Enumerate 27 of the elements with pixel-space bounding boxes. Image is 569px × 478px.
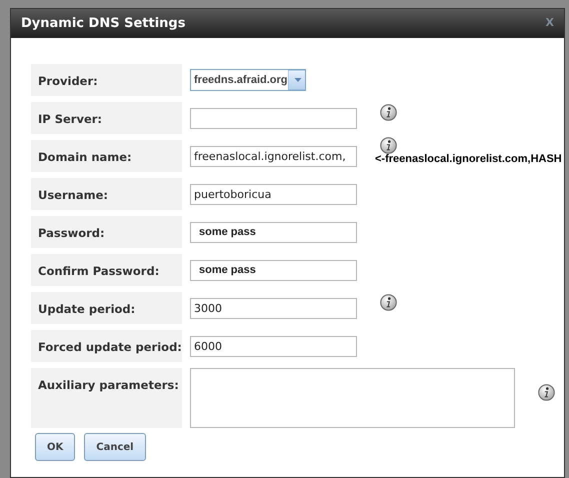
field-label: Confirm Password: bbox=[31, 254, 182, 286]
cancel-button[interactable]: Cancel bbox=[84, 433, 146, 461]
field-label: Password: bbox=[31, 216, 182, 248]
info-icon[interactable] bbox=[380, 294, 397, 311]
input-field[interactable] bbox=[190, 368, 515, 428]
info-icon[interactable] bbox=[380, 137, 397, 154]
input-field[interactable]: puertoboricua bbox=[190, 184, 357, 204]
field-label: Forced update period: bbox=[31, 330, 182, 362]
dropdown-arrow-icon[interactable] bbox=[288, 70, 305, 90]
input-field[interactable]: 6000 bbox=[190, 336, 357, 356]
input-field[interactable]: some pass bbox=[190, 260, 357, 280]
input-field[interactable]: some pass bbox=[190, 222, 357, 242]
field-label: Provider: bbox=[31, 64, 182, 96]
field-label: Domain name: bbox=[31, 140, 182, 172]
field-label: Update period: bbox=[31, 292, 182, 324]
field-label: Username: bbox=[31, 178, 182, 210]
info-icon[interactable] bbox=[380, 104, 397, 121]
input-field[interactable]: 3000 bbox=[190, 298, 357, 318]
field-label: Auxiliary parameters: bbox=[31, 368, 182, 428]
input-field[interactable]: freenaslocal.ignorelist.com, bbox=[190, 146, 357, 166]
field-label: IP Server: bbox=[31, 102, 182, 134]
annotation-text: <-freenaslocal.ignorelist.com,HASH bbox=[375, 154, 562, 165]
input-field[interactable] bbox=[190, 108, 357, 128]
provider-dropdown[interactable]: freedns.afraid.org bbox=[190, 69, 306, 91]
info-icon[interactable] bbox=[538, 384, 555, 401]
window-title: Dynamic DNS Settings bbox=[21, 14, 186, 33]
ok-button[interactable]: OK bbox=[35, 433, 76, 461]
